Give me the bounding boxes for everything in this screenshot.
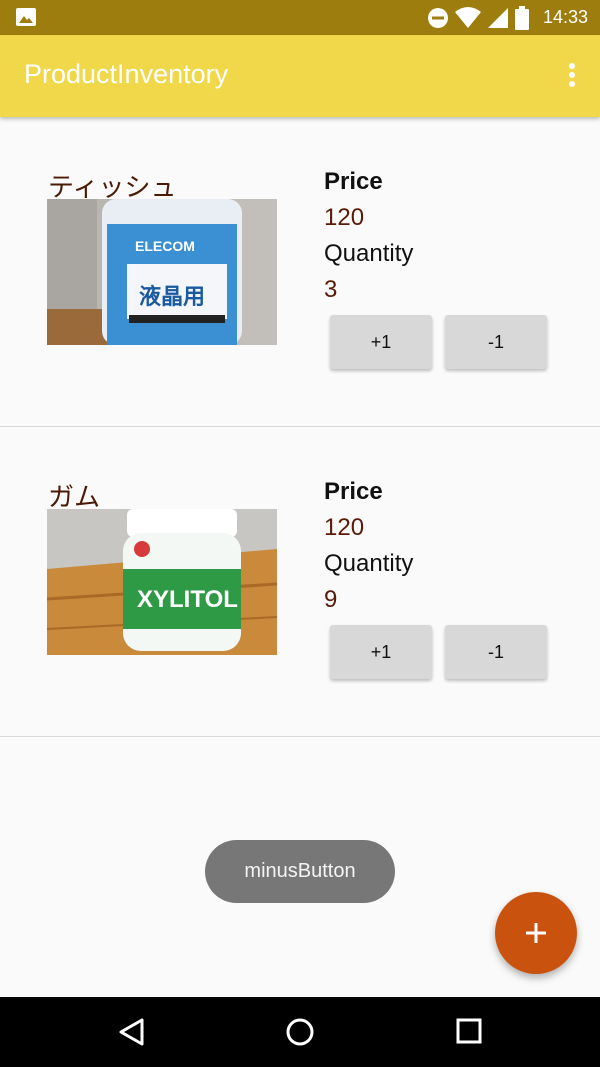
plus-one-button[interactable]: +1 [330,625,432,679]
price-label: Price [324,478,383,505]
quantity-value: 9 [324,586,338,613]
product-image: ELECOM 液晶用 [47,199,277,345]
product-details: Price 120 Quantity 9 [324,477,413,617]
svg-text:ELECOM: ELECOM [135,238,195,254]
image-icon [16,8,36,26]
back-icon[interactable] [117,1017,147,1047]
product-list: ティッシュ ELECOM 液晶用 Price 120 Quantity 3 +1… [0,117,600,737]
app-title: ProductInventory [24,59,229,89]
quantity-value: 3 [324,276,338,303]
minus-one-button[interactable]: -1 [445,315,547,369]
do-not-disturb-icon [427,7,448,28]
product-item[interactable]: ティッシュ ELECOM 液晶用 Price 120 Quantity 3 +1… [0,117,600,427]
plus-one-button[interactable]: +1 [330,315,432,369]
wifi-icon [454,6,481,28]
price-value: 120 [324,204,365,231]
status-time: 14:33 [542,7,588,27]
quantity-label: Quantity [324,550,414,577]
minus-one-button[interactable]: -1 [445,625,547,679]
signal-icon [487,7,508,28]
price-value: 120 [324,514,365,541]
toast-message: minusButton [205,840,395,903]
product-details: Price 120 Quantity 3 [324,167,413,307]
battery-icon [514,5,529,30]
status-bar: 14:33 [0,0,600,35]
product-image: XYLITOL [47,509,277,655]
svg-text:液晶用: 液晶用 [139,284,205,310]
recents-icon[interactable] [455,1017,483,1045]
home-icon[interactable] [285,1017,315,1047]
navigation-bar [0,997,600,1067]
overflow-menu-icon[interactable] [566,63,578,91]
svg-text:XYLITOL: XYLITOL [137,586,238,613]
status-icons: 14:33 [427,0,588,35]
price-label: Price [324,168,383,195]
screen: 14:33 ProductInventory ティッシュ ELECOM 液晶用 … [0,0,600,1067]
quantity-label: Quantity [324,240,414,267]
product-item[interactable]: ガム XYLITOL Price 120 Quantity 9 +1 -1 [0,427,600,737]
app-bar: ProductInventory [0,35,600,117]
add-product-fab[interactable] [495,892,577,974]
add-icon [526,923,546,943]
